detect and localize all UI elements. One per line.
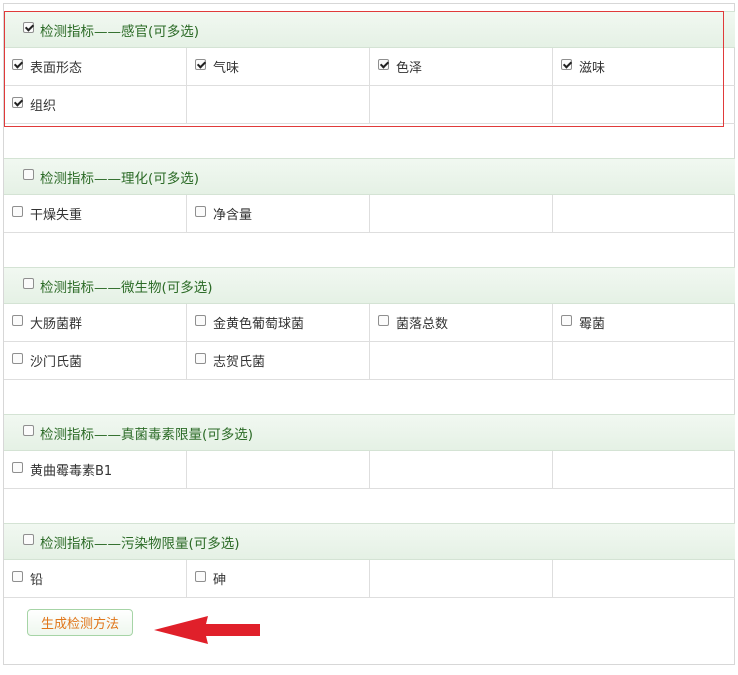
empty-cell (552, 86, 735, 123)
option-label[interactable]: 黄曲霉毒素B1 (30, 460, 112, 479)
option-cell: 表面形态 (4, 48, 186, 85)
section-title: 检测指标——微生物(可多选) (40, 279, 213, 296)
section-header: 检测指标——污染物限量(可多选) (4, 523, 735, 560)
section-select-all-checkbox[interactable] (23, 22, 34, 33)
option-label[interactable]: 沙门氏菌 (30, 351, 82, 370)
option-cell: 志贺氏菌 (186, 342, 369, 379)
option-row: 沙门氏菌 志贺氏菌 (4, 342, 735, 380)
section-select-all-checkbox[interactable] (23, 425, 34, 436)
option-checkbox[interactable] (195, 315, 206, 326)
empty-cell (369, 195, 552, 232)
option-row: 铅砷 (4, 560, 735, 598)
option-checkbox[interactable] (195, 571, 206, 582)
section: 检测指标——污染物限量(可多选) 铅砷 (4, 523, 735, 598)
section-select-all-checkbox[interactable] (23, 534, 34, 545)
option-cell: 滋味 (552, 48, 735, 85)
option-label[interactable]: 组织 (30, 95, 56, 114)
option-cell: 铅 (4, 560, 186, 597)
option-label[interactable]: 霉菌 (579, 313, 605, 332)
empty-cell (552, 195, 735, 232)
option-checkbox[interactable] (12, 206, 23, 217)
section-select-all-checkbox[interactable] (23, 278, 34, 289)
option-label[interactable]: 干燥失重 (30, 204, 82, 223)
empty-cell (186, 451, 369, 488)
option-checkbox[interactable] (561, 315, 572, 326)
option-checkbox[interactable] (561, 59, 572, 70)
section-title: 检测指标——理化(可多选) (40, 170, 200, 187)
option-checkbox[interactable] (12, 97, 23, 108)
section-header: 检测指标——微生物(可多选) (4, 267, 735, 304)
option-row: 大肠菌群 金黄色葡萄球菌 菌落总数 霉菌 (4, 304, 735, 342)
option-label[interactable]: 金黄色葡萄球菌 (213, 313, 304, 332)
option-label[interactable]: 气味 (213, 57, 239, 76)
option-cell: 砷 (186, 560, 369, 597)
option-cell: 净含量 (186, 195, 369, 232)
option-label[interactable]: 表面形态 (30, 57, 82, 76)
section-title: 检测指标——污染物限量(可多选) (40, 535, 240, 552)
option-label[interactable]: 菌落总数 (396, 313, 448, 332)
option-cell: 金黄色葡萄球菌 (186, 304, 369, 341)
option-label[interactable]: 铅 (30, 569, 43, 588)
section-select-all-checkbox[interactable] (23, 169, 34, 180)
empty-cell (369, 560, 552, 597)
option-checkbox[interactable] (195, 59, 206, 70)
option-checkbox[interactable] (195, 206, 206, 217)
option-checkbox[interactable] (378, 59, 389, 70)
option-cell: 黄曲霉毒素B1 (4, 451, 186, 488)
option-checkbox[interactable] (12, 353, 23, 364)
section: 检测指标——感官(可多选) 表面形态 气味 色泽 滋味组织 (4, 11, 735, 124)
option-cell: 色泽 (369, 48, 552, 85)
option-checkbox[interactable] (12, 59, 23, 70)
option-checkbox[interactable] (195, 353, 206, 364)
option-cell: 组织 (4, 86, 186, 123)
option-cell: 菌落总数 (369, 304, 552, 341)
empty-cell (552, 560, 735, 597)
section: 检测指标——理化(可多选) 干燥失重 净含量 (4, 158, 735, 233)
section-title: 检测指标——感官(可多选) (40, 23, 200, 40)
option-row: 黄曲霉毒素B1 (4, 451, 735, 489)
option-label[interactable]: 大肠菌群 (30, 313, 82, 332)
option-cell: 气味 (186, 48, 369, 85)
option-row: 表面形态 气味 色泽 滋味 (4, 48, 735, 86)
option-label[interactable]: 砷 (213, 569, 226, 588)
option-cell: 沙门氏菌 (4, 342, 186, 379)
option-label[interactable]: 志贺氏菌 (213, 351, 265, 370)
option-cell: 干燥失重 (4, 195, 186, 232)
pointer-arrow-icon (154, 616, 260, 644)
section-header: 检测指标——理化(可多选) (4, 158, 735, 195)
generate-method-button[interactable]: 生成检测方法 (27, 609, 133, 636)
option-checkbox[interactable] (12, 315, 23, 326)
section-header: 检测指标——真菌毒素限量(可多选) (4, 414, 735, 451)
option-row: 干燥失重 净含量 (4, 195, 735, 233)
option-label[interactable]: 滋味 (579, 57, 605, 76)
option-checkbox[interactable] (12, 571, 23, 582)
empty-cell (369, 86, 552, 123)
empty-cell (186, 86, 369, 123)
empty-cell (369, 342, 552, 379)
option-label[interactable]: 色泽 (396, 57, 422, 76)
option-cell: 大肠菌群 (4, 304, 186, 341)
option-row: 组织 (4, 86, 735, 124)
section-title: 检测指标——真菌毒素限量(可多选) (40, 426, 254, 443)
option-checkbox[interactable] (378, 315, 389, 326)
section: 检测指标——微生物(可多选) 大肠菌群 金黄色葡萄球菌 菌落总数 霉菌沙门氏菌 志贺氏菌 (4, 267, 735, 380)
empty-cell (369, 451, 552, 488)
option-cell: 霉菌 (552, 304, 735, 341)
option-checkbox[interactable] (12, 462, 23, 473)
option-label[interactable]: 净含量 (213, 204, 252, 223)
section: 检测指标——真菌毒素限量(可多选) 黄曲霉毒素B1 (4, 414, 735, 489)
empty-cell (552, 342, 735, 379)
empty-cell (552, 451, 735, 488)
section-header: 检测指标——感官(可多选) (4, 11, 735, 48)
